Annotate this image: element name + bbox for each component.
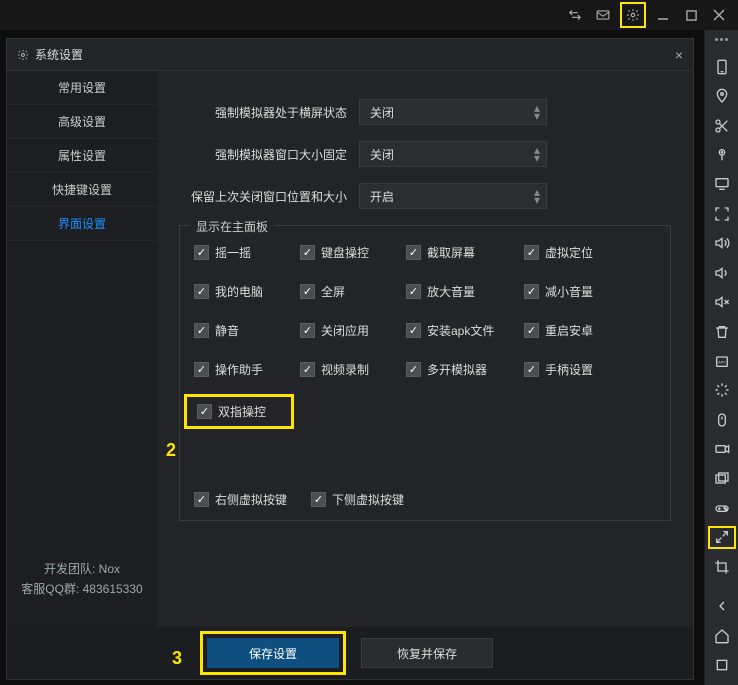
mail-icon[interactable] — [592, 4, 614, 26]
sidebar-item-advanced[interactable]: 高级设置 — [7, 105, 157, 139]
gear-icon[interactable] — [620, 2, 646, 28]
chk-multi[interactable]: ✓多开模拟器 — [406, 361, 518, 378]
chevron-updown-icon: ▴▾ — [534, 146, 540, 162]
volume-up-icon[interactable] — [710, 234, 734, 253]
pin-icon[interactable] — [710, 145, 734, 164]
settings-panel: 强制模拟器处于横屏状态 关闭 ▴▾ 强制模拟器窗口大小固定 关闭 ▴▾ 保留上次… — [157, 71, 693, 641]
chk-shake[interactable]: ✓摇一摇 — [194, 244, 294, 261]
mouse-icon[interactable] — [710, 410, 734, 429]
monitor-icon[interactable] — [710, 175, 734, 194]
chk-record[interactable]: ✓视频录制 — [300, 361, 400, 378]
more-icon[interactable] — [715, 38, 728, 41]
settings-dialog: 系统设置 × 常用设置 高级设置 属性设置 快捷键设置 界面设置 开发团队: N… — [6, 38, 694, 680]
location-icon[interactable] — [710, 86, 734, 105]
chk-twofinger[interactable]: ✓双指操控 — [197, 403, 266, 420]
force-size-label: 强制模拟器窗口大小固定 — [179, 146, 359, 163]
chk-volup[interactable]: ✓放大音量 — [406, 283, 518, 300]
select-value: 关闭 — [370, 146, 394, 163]
gamepad-icon[interactable] — [710, 498, 734, 517]
recent-icon[interactable] — [710, 655, 734, 674]
camera-icon[interactable] — [710, 439, 734, 458]
select-value: 关闭 — [370, 104, 394, 121]
main-panel-fieldset: 显示在主面板 ✓摇一摇 ✓键盘操控 ✓截取屏幕 ✓虚拟定位 ✓我的电脑 ✓全屏 … — [179, 225, 671, 521]
home-icon[interactable] — [710, 626, 734, 645]
close-icon[interactable] — [708, 4, 730, 26]
dev-team-label: 开发团队: Nox — [7, 559, 157, 579]
sidebar-item-common[interactable]: 常用设置 — [7, 71, 157, 105]
chk-fullscreen[interactable]: ✓全屏 — [300, 283, 400, 300]
sidebar-item-ui[interactable]: 界面设置 — [7, 207, 157, 241]
chk-voldown[interactable]: ✓减小音量 — [524, 283, 624, 300]
dialog-header: 系统设置 × — [7, 39, 693, 71]
trash-icon[interactable] — [710, 322, 734, 341]
chk-closeapp[interactable]: ✓关闭应用 — [300, 322, 400, 339]
fullscreen-icon[interactable] — [710, 204, 734, 223]
chk-right-virtual[interactable]: ✓右侧虚拟按键 — [194, 491, 287, 508]
gear-icon — [17, 49, 29, 61]
sidebar-item-shortcut[interactable]: 快捷键设置 — [7, 173, 157, 207]
windows-icon[interactable] — [710, 469, 734, 488]
chevron-updown-icon: ▴▾ — [534, 104, 540, 120]
apk-icon[interactable]: APK — [710, 351, 734, 370]
chk-mycomputer[interactable]: ✓我的电脑 — [194, 283, 294, 300]
mute-icon[interactable] — [710, 292, 734, 311]
restore-button[interactable]: 恢复并保存 — [361, 638, 493, 668]
titlebar — [0, 0, 738, 30]
sidebar: 常用设置 高级设置 属性设置 快捷键设置 界面设置 开发团队: Nox 客服QQ… — [7, 71, 157, 641]
save-button[interactable]: 保存设置 — [207, 638, 339, 668]
dialog-close-button[interactable]: × — [675, 47, 683, 63]
phone-icon[interactable] — [710, 57, 734, 76]
fieldset-legend: 显示在主面板 — [190, 218, 274, 235]
expand-icon[interactable] — [710, 528, 734, 547]
force-landscape-select[interactable]: 关闭 ▴▾ — [359, 99, 547, 125]
svg-text:APK: APK — [717, 360, 725, 365]
force-size-select[interactable]: 关闭 ▴▾ — [359, 141, 547, 167]
chevron-updown-icon: ▴▾ — [534, 188, 540, 204]
dialog-footer: 保存设置 恢复并保存 — [7, 627, 693, 679]
sidebar-footer: 开发团队: Nox 客服QQ群: 483615330 — [7, 559, 157, 599]
crop-icon[interactable] — [710, 557, 734, 576]
swap-icon[interactable] — [564, 4, 586, 26]
checkbox-grid: ✓摇一摇 ✓键盘操控 ✓截取屏幕 ✓虚拟定位 ✓我的电脑 ✓全屏 ✓放大音量 ✓… — [194, 244, 656, 429]
loading-icon[interactable] — [710, 381, 734, 400]
chk-screenshot[interactable]: ✓截取屏幕 — [406, 244, 518, 261]
right-rail: APK — [704, 30, 738, 685]
force-landscape-label: 强制模拟器处于横屏状态 — [179, 104, 359, 121]
qq-group-label: 客服QQ群: 483615330 — [7, 579, 157, 599]
keep-window-select[interactable]: 开启 ▴▾ — [359, 183, 547, 209]
chk-mute[interactable]: ✓静音 — [194, 322, 294, 339]
maximize-icon[interactable] — [680, 4, 702, 26]
chk-reboot[interactable]: ✓重启安卓 — [524, 322, 624, 339]
chk-gps[interactable]: ✓虚拟定位 — [524, 244, 624, 261]
scissors-icon[interactable] — [710, 116, 734, 135]
chk-gamepad[interactable]: ✓手柄设置 — [524, 361, 624, 378]
chk-installapk[interactable]: ✓安装apk文件 — [406, 322, 518, 339]
volume-down-icon[interactable] — [710, 263, 734, 282]
sidebar-item-property[interactable]: 属性设置 — [7, 139, 157, 173]
chk-keyboard[interactable]: ✓键盘操控 — [300, 244, 400, 261]
dialog-title: 系统设置 — [35, 46, 83, 63]
select-value: 开启 — [370, 188, 394, 205]
back-icon[interactable] — [710, 597, 734, 616]
chk-bottom-virtual[interactable]: ✓下侧虚拟按键 — [311, 491, 404, 508]
keep-window-label: 保留上次关闭窗口位置和大小 — [179, 188, 359, 205]
minimize-icon[interactable] — [652, 4, 674, 26]
chk-assistant[interactable]: ✓操作助手 — [194, 361, 294, 378]
